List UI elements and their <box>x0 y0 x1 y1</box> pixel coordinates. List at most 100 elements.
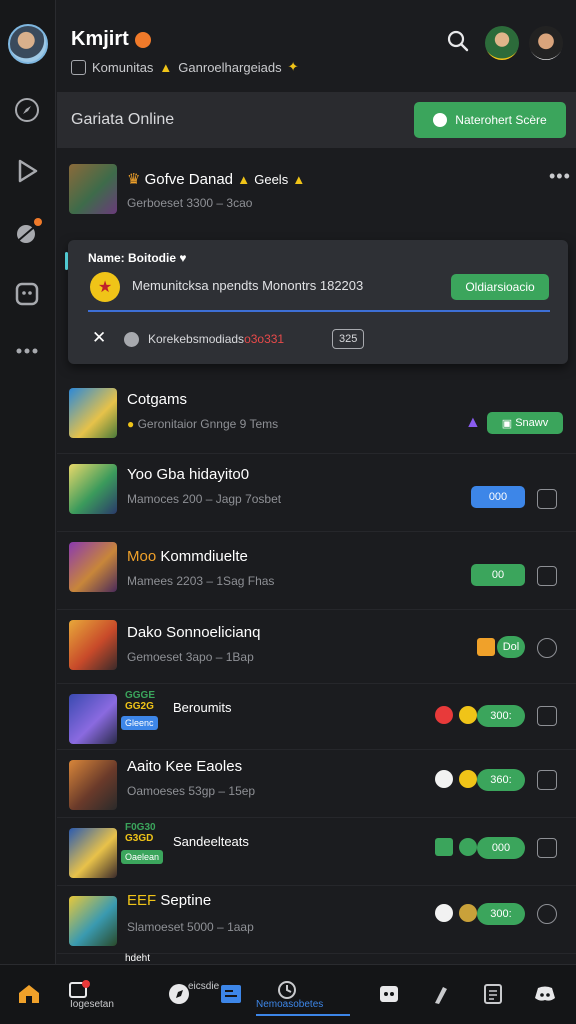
popup-title-text: Name: Boitodie <box>88 251 177 265</box>
game-thumbnail <box>69 694 117 744</box>
sparkle-icon: ✦ <box>287 59 299 74</box>
active-tab-indicator <box>256 1014 350 1016</box>
coin-icon <box>459 706 477 724</box>
popup-count: 325 <box>332 329 365 349</box>
heart-icon: ♥ <box>179 251 187 265</box>
chat-icon[interactable] <box>12 279 42 309</box>
popup-accept-button[interactable]: Oldiarsioacio <box>451 274 549 300</box>
breadcrumb: Komunitas ▲ Ganroelhargeiads ✦ <box>71 59 299 75</box>
item-subtitle-text: Geronitaior Gnnge 9 Tems <box>137 417 279 431</box>
tag-stack: F0G30 G3GD <box>125 822 156 844</box>
item-subtitle: Mamees 2203 – 1Sag Fhas <box>127 574 275 588</box>
notes-icon[interactable] <box>478 979 508 1009</box>
controller-icon[interactable] <box>374 979 404 1009</box>
friend-avatar[interactable] <box>485 26 519 60</box>
game-thumbnail <box>69 388 117 438</box>
more-icon[interactable] <box>12 336 42 366</box>
title-text: Kmjirt <box>71 28 129 50</box>
game-thumbnail <box>69 828 117 878</box>
game-thumbnail <box>69 542 117 592</box>
item-name: Sandeelteats <box>173 834 249 849</box>
subtitle-extra: Ganroelhargeiads <box>178 59 282 75</box>
popup-accent <box>65 252 68 270</box>
tag-line: GGGE <box>125 690 156 701</box>
list-item[interactable]: Cotgams ● Geronitaior Gnnge 9 Tems ▲ ▣ S… <box>57 380 576 454</box>
item-subtitle: Oamoeses 53gp – 15ep <box>127 784 256 798</box>
profile-avatar[interactable] <box>529 26 563 60</box>
game-thumbnail <box>69 760 117 810</box>
verified-icon <box>134 31 151 48</box>
join-button[interactable]: ▣ Snawv <box>487 412 563 434</box>
list-item-partial: hdeht <box>57 953 576 972</box>
more-options-icon[interactable]: ••• <box>549 166 571 187</box>
name-prefix: Moo <box>127 548 157 565</box>
online-action-button[interactable]: Naterohert Scère <box>414 102 566 138</box>
popup-title: Name: Boitodie ♥ <box>88 251 186 265</box>
coin-icon <box>459 770 477 788</box>
list-item[interactable]: F0G30 G3GD Oaelean Sandeelteats 000 <box>57 820 576 886</box>
item-name-text: Septine <box>160 892 212 909</box>
status-pill[interactable]: 360: <box>477 769 525 791</box>
tag-stack: GGGE GG2G <box>125 690 155 712</box>
search-icon[interactable] <box>447 30 473 56</box>
info-icon[interactable] <box>537 904 557 924</box>
message-icon[interactable] <box>537 838 557 858</box>
status-pill[interactable]: 000 <box>471 486 525 508</box>
list-item[interactable]: Yoo Gba hidayito0 Mamoces 200 – Jagp 7os… <box>57 456 576 532</box>
item-name: Dako Sonnoelicianq <box>127 624 261 641</box>
tag-line: GG2G <box>125 701 154 712</box>
list-item[interactable]: GGGE GG2G Gleenc Beroumits 300: <box>57 686 576 750</box>
camera-icon[interactable] <box>537 489 557 509</box>
status-pill[interactable]: Dol <box>497 636 525 658</box>
item-name: hdeht <box>125 953 151 964</box>
item-subtitle: ● Geronitaior Gnnge 9 Tems <box>127 417 278 431</box>
message-icon[interactable] <box>537 706 557 726</box>
status-pill[interactable]: 300: <box>477 705 525 727</box>
status-pill[interactable]: 00 <box>471 564 525 586</box>
info-icon <box>124 332 139 347</box>
item-name: Moo Kommdiuelte <box>127 548 248 565</box>
game-thumbnail <box>69 896 117 946</box>
brush-icon[interactable] <box>426 979 456 1009</box>
alert-icon: ▲ <box>292 172 306 187</box>
list-item[interactable]: Dako Sonnoelicianq Gemoeset 3apo – 1Bap … <box>57 612 576 684</box>
warning-icon: ▲ <box>237 172 251 187</box>
item-name: Aaito Kee Eaoles <box>127 758 243 775</box>
play-icon[interactable] <box>12 156 42 186</box>
check-icon[interactable] <box>537 638 557 658</box>
star-badge-icon: ★ <box>90 272 120 302</box>
list-item[interactable]: EEF Septine Slamoeset 5000 – 1aap 300: <box>57 888 576 954</box>
popup-message: Korekebsmodiadso3o331 <box>148 332 284 346</box>
close-icon[interactable]: ✕ <box>92 328 106 348</box>
coin-icon <box>459 904 477 922</box>
subtitle-label: Komunitas <box>92 59 154 75</box>
top-chat-item[interactable]: ♛ Gofve Danad ▲ Geels ▲ Gerboeset 3300 –… <box>57 150 576 234</box>
app-window: Kmjirt Komunitas ▲ Ganroelhargeiads ✦ Ga… <box>0 0 576 1024</box>
browse-icon[interactable] <box>216 979 246 1009</box>
alert-dot-icon <box>435 706 453 724</box>
game-thumbnail <box>69 464 117 514</box>
tag-chip: Oaelean <box>121 850 164 864</box>
status-pill[interactable]: 300: <box>477 903 525 925</box>
notification-dot <box>34 218 42 226</box>
message-icon[interactable] <box>537 770 557 790</box>
item-subtitle: Gemoeset 3apo – 1Bap <box>127 650 254 664</box>
popup-text: Memunitcksa npendts Monontrs 182203 <box>132 278 364 293</box>
discord-icon[interactable] <box>530 979 560 1009</box>
left-rail <box>0 0 56 964</box>
game-thumbnail <box>69 164 117 214</box>
check-circle-icon <box>459 838 477 856</box>
home-icon[interactable] <box>14 979 44 1009</box>
status-pill[interactable]: 000 <box>477 837 525 859</box>
list-item[interactable]: Moo Kommdiuelte Mamees 2203 – 1Sag Fhas … <box>57 534 576 610</box>
chat-subtitle: Gerboeset 3300 – 3cao <box>127 196 253 210</box>
compass-icon[interactable] <box>12 95 42 125</box>
tag-line: G3GD <box>125 833 154 844</box>
satellite-icon[interactable] <box>12 218 42 248</box>
list-item[interactable]: Aaito Kee Eaoles Oamoeses 53gp – 15ep 36… <box>57 752 576 818</box>
user-dot-icon <box>435 770 453 788</box>
flag-icon <box>435 838 453 856</box>
online-label: Gariata Online <box>71 111 175 128</box>
message-icon[interactable] <box>537 566 557 586</box>
user-avatar[interactable] <box>8 24 48 64</box>
